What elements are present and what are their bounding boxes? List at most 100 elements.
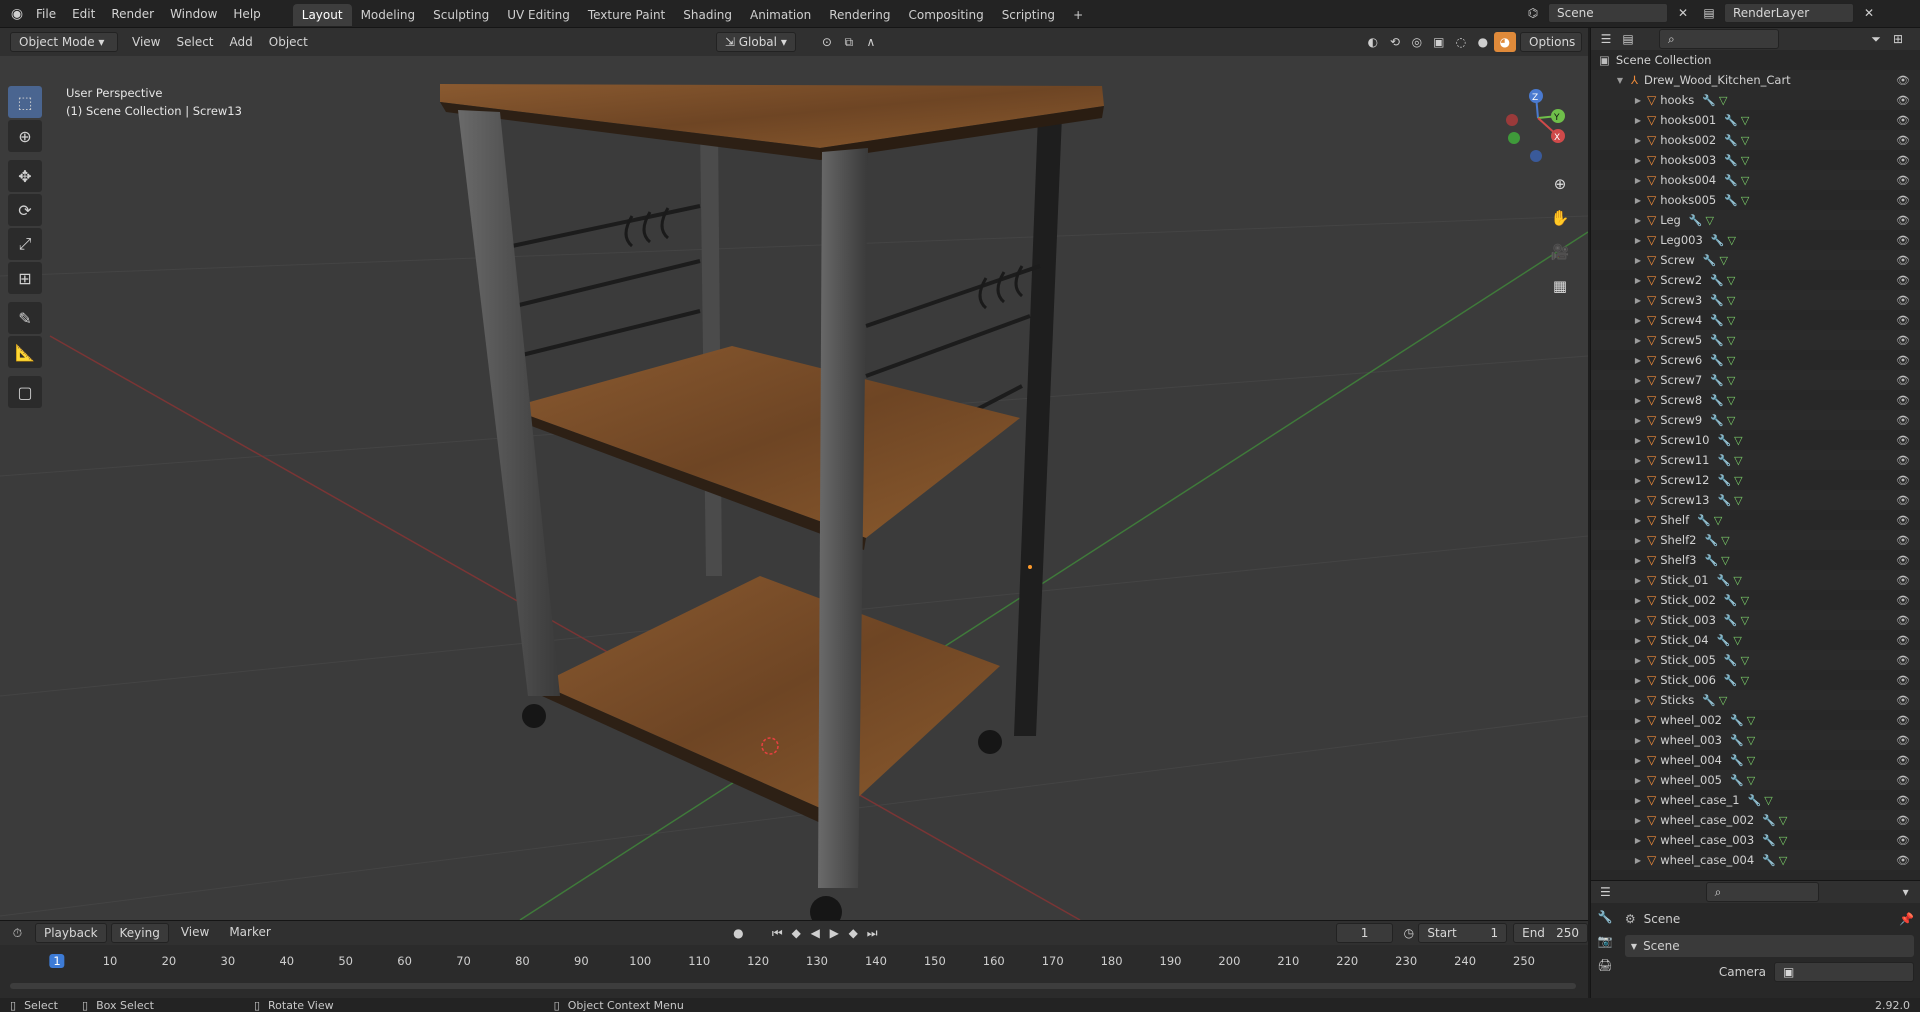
- zoom-icon[interactable]: ⊕: [1546, 170, 1574, 198]
- modifier-icon[interactable]: 🔧 ▽: [1717, 634, 1742, 647]
- tab-animation[interactable]: Animation: [741, 4, 820, 26]
- modifier-icon[interactable]: 🔧 ▽: [1697, 514, 1722, 527]
- proportional-icon[interactable]: ∧: [860, 32, 882, 52]
- expand-icon[interactable]: ▶: [1633, 596, 1643, 605]
- scene-name-field[interactable]: Scene: [1548, 3, 1668, 23]
- editor-type-icon[interactable]: ☰: [1595, 882, 1616, 902]
- outliner-item[interactable]: ▶ ▽ Stick_01 🔧 ▽ 👁: [1591, 570, 1920, 590]
- expand-icon[interactable]: ▶: [1633, 816, 1643, 825]
- eye-icon[interactable]: 👁: [1896, 374, 1910, 387]
- modifier-icon[interactable]: 🔧 ▽: [1748, 794, 1773, 807]
- expand-icon[interactable]: ▶: [1633, 756, 1643, 765]
- pivot-icon[interactable]: ⊙: [816, 32, 838, 52]
- blender-logo-icon[interactable]: ◉: [6, 4, 28, 24]
- outliner-search-input[interactable]: ⌕: [1659, 29, 1779, 49]
- collapse-icon[interactable]: ▼: [1615, 76, 1625, 85]
- eye-icon[interactable]: 👁: [1896, 574, 1910, 587]
- expand-icon[interactable]: ▶: [1633, 676, 1643, 685]
- expand-icon[interactable]: ▶: [1633, 476, 1643, 485]
- outliner-item[interactable]: ▶ ▽ Screw12 🔧 ▽ 👁: [1591, 470, 1920, 490]
- modifier-icon[interactable]: 🔧 ▽: [1711, 234, 1736, 247]
- outliner-item[interactable]: ▶ ▽ Leg 🔧 ▽ 👁: [1591, 210, 1920, 230]
- eye-icon[interactable]: 👁: [1896, 714, 1910, 727]
- modifier-icon[interactable]: 🔧 ▽: [1730, 714, 1755, 727]
- expand-icon[interactable]: ▶: [1633, 176, 1643, 185]
- xray-icon[interactable]: ▣: [1428, 32, 1450, 52]
- expand-icon[interactable]: ▶: [1633, 796, 1643, 805]
- modifier-icon[interactable]: 🔧 ▽: [1724, 114, 1749, 127]
- outliner-item[interactable]: ▶ ▽ Stick_002 🔧 ▽ 👁: [1591, 590, 1920, 610]
- outliner-item[interactable]: ▶ ▽ hooks003 🔧 ▽ 👁: [1591, 150, 1920, 170]
- eye-icon[interactable]: 👁: [1896, 814, 1910, 827]
- gizmo-toggle-icon[interactable]: ⟲: [1384, 32, 1406, 52]
- measure-tool-icon[interactable]: 📐: [8, 336, 42, 368]
- expand-icon[interactable]: ▶: [1633, 556, 1643, 565]
- modifier-icon[interactable]: 🔧 ▽: [1703, 254, 1728, 267]
- menu-file[interactable]: File: [28, 0, 64, 28]
- modifier-icon[interactable]: 🔧 ▽: [1724, 614, 1749, 627]
- outliner-item[interactable]: ▶ ▽ wheel_003 🔧 ▽ 👁: [1591, 730, 1920, 750]
- modifier-icon[interactable]: 🔧 ▽: [1710, 314, 1735, 327]
- modifier-icon[interactable]: 🔧 ▽: [1704, 554, 1729, 567]
- outliner-item[interactable]: ▶ ▽ Leg003 🔧 ▽ 👁: [1591, 230, 1920, 250]
- expand-icon[interactable]: ▶: [1633, 356, 1643, 365]
- render-layer-icon[interactable]: ▤: [1698, 3, 1720, 23]
- add-cube-tool-icon[interactable]: ▢: [8, 376, 42, 408]
- eye-icon[interactable]: 👁: [1896, 254, 1910, 267]
- eye-icon[interactable]: 👁: [1896, 174, 1910, 187]
- outliner-item[interactable]: ▶ ▽ Screw2 🔧 ▽ 👁: [1591, 270, 1920, 290]
- eye-icon[interactable]: 👁: [1896, 234, 1910, 247]
- tool-tab-icon[interactable]: 🔧: [1594, 907, 1616, 927]
- outliner-item[interactable]: ▶ ▽ Screw10 🔧 ▽ 👁: [1591, 430, 1920, 450]
- eye-icon[interactable]: 👁: [1896, 414, 1910, 427]
- expand-icon[interactable]: ▶: [1633, 856, 1643, 865]
- expand-icon[interactable]: ▶: [1633, 256, 1643, 265]
- outliner-item[interactable]: ▶ ▽ hooks001 🔧 ▽ 👁: [1591, 110, 1920, 130]
- outliner-item[interactable]: ▶ ▽ Screw3 🔧 ▽ 👁: [1591, 290, 1920, 310]
- modifier-icon[interactable]: 🔧 ▽: [1724, 194, 1749, 207]
- eye-icon[interactable]: 👁: [1896, 334, 1910, 347]
- outliner-item[interactable]: ▶ ▽ wheel_004 🔧 ▽ 👁: [1591, 750, 1920, 770]
- material-shading-icon[interactable]: ◕: [1493, 32, 1516, 52]
- eye-icon[interactable]: 👁: [1896, 554, 1910, 567]
- eye-icon[interactable]: 👁: [1896, 494, 1910, 507]
- eye-icon[interactable]: 👁: [1896, 534, 1910, 547]
- outliner-item[interactable]: ▶ ▽ Screw4 🔧 ▽ 👁: [1591, 310, 1920, 330]
- perspective-grid-icon[interactable]: ▦: [1546, 272, 1574, 300]
- render-tab-icon[interactable]: 📷: [1594, 931, 1616, 951]
- eye-icon[interactable]: 👁: [1896, 754, 1910, 767]
- eye-icon[interactable]: 👁: [1896, 214, 1910, 227]
- eye-icon[interactable]: 👁: [1896, 694, 1910, 707]
- eye-icon[interactable]: 👁: [1896, 514, 1910, 527]
- outliner-item[interactable]: ▶ ▽ Screw7 🔧 ▽ 👁: [1591, 370, 1920, 390]
- scale-tool-icon[interactable]: ⤢: [8, 228, 42, 260]
- close-layer-icon[interactable]: ✕: [1858, 3, 1880, 23]
- modifier-icon[interactable]: 🔧 ▽: [1717, 434, 1742, 447]
- outliner-item[interactable]: ▶ ▽ wheel_case_1 🔧 ▽ 👁: [1591, 790, 1920, 810]
- outliner-item[interactable]: ▶ ▽ wheel_002 🔧 ▽ 👁: [1591, 710, 1920, 730]
- eye-icon[interactable]: 👁: [1896, 614, 1910, 627]
- scene-collection-row[interactable]: ▣ Scene Collection: [1591, 50, 1920, 70]
- editor-type-icon[interactable]: ☰: [1595, 29, 1617, 49]
- expand-icon[interactable]: ▶: [1633, 316, 1643, 325]
- outliner-item[interactable]: ▶ ▽ wheel_case_004 🔧 ▽ 👁: [1591, 850, 1920, 870]
- viewport-menu-view[interactable]: View: [124, 28, 168, 56]
- eye-icon[interactable]: 👁: [1896, 94, 1910, 107]
- move-tool-icon[interactable]: ✥: [8, 160, 42, 192]
- outliner-item[interactable]: ▶ ▽ Screw5 🔧 ▽ 👁: [1591, 330, 1920, 350]
- expand-icon[interactable]: ▶: [1633, 636, 1643, 645]
- eye-icon[interactable]: 👁: [1896, 774, 1910, 787]
- pin-icon[interactable]: 📌: [1899, 912, 1914, 926]
- output-tab-icon[interactable]: 🖨: [1594, 955, 1616, 975]
- collection-row[interactable]: ▼ ⅄ Drew_Wood_Kitchen_Cart 👁: [1591, 70, 1920, 90]
- outliner-item[interactable]: ▶ ▽ Shelf3 🔧 ▽ 👁: [1591, 550, 1920, 570]
- rotate-tool-icon[interactable]: ⟳: [8, 194, 42, 226]
- modifier-icon[interactable]: 🔧 ▽: [1724, 654, 1749, 667]
- modifier-icon[interactable]: 🔧 ▽: [1710, 354, 1735, 367]
- eye-icon[interactable]: 👁: [1896, 354, 1910, 367]
- eye-icon[interactable]: 👁: [1896, 134, 1910, 147]
- modifier-icon[interactable]: 🔧 ▽: [1710, 414, 1735, 427]
- modifier-icon[interactable]: 🔧 ▽: [1724, 674, 1749, 687]
- modifier-icon[interactable]: 🔧 ▽: [1710, 274, 1735, 287]
- modifier-icon[interactable]: 🔧 ▽: [1689, 214, 1714, 227]
